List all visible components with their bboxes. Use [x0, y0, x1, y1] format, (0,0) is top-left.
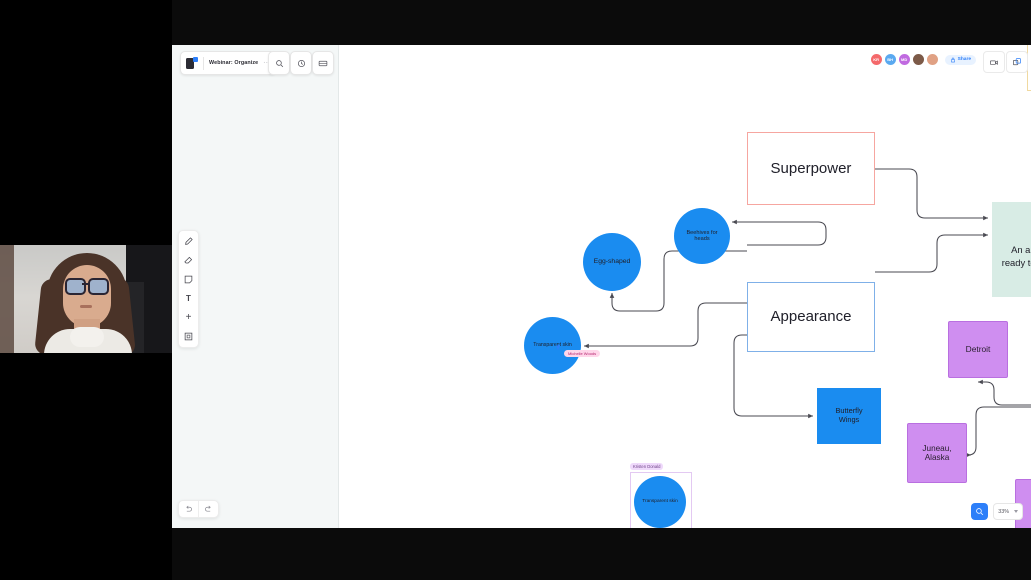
pen-icon[interactable]: [182, 235, 195, 248]
avatar[interactable]: MD: [897, 53, 911, 66]
plus-icon[interactable]: +: [182, 311, 195, 324]
undo-redo-group[interactable]: [178, 500, 219, 518]
zoom-level-value: 33%: [998, 508, 1009, 515]
sticky-note-icon[interactable]: [182, 273, 195, 286]
node-superpower-label: Superpower: [770, 159, 852, 177]
node-egg-shaped-label: Egg-shaped: [593, 258, 631, 266]
zoom-level-select[interactable]: 33%: [993, 503, 1023, 520]
divider: [203, 56, 204, 70]
webcam-collar: [70, 327, 104, 347]
node-appearance-label: Appearance: [770, 308, 852, 326]
avatar-initials: MD: [901, 57, 908, 62]
lock-icon: [950, 57, 955, 62]
undo-arrow-icon[interactable]: [179, 501, 198, 517]
avatar-initials: BH: [887, 57, 894, 62]
node-transparent-skin-2-label: Transparent skin: [642, 499, 678, 505]
avatar-initials: KR: [873, 57, 880, 62]
avatar[interactable]: KR: [869, 53, 883, 66]
webcam-mouth: [80, 305, 92, 308]
search-icon[interactable]: [268, 51, 290, 75]
webcam-glasses-left: [65, 278, 86, 295]
node-transparent-skin-1-label: Transparent skin: [533, 341, 572, 348]
history-clock-icon[interactable]: [290, 51, 312, 75]
whiteboard-canvas[interactable]: Traits Superpower Central Topic: An alie…: [172, 45, 1031, 528]
tool-rail[interactable]: T +: [178, 230, 199, 348]
redo-arrow-icon[interactable]: [198, 501, 218, 517]
whiteboard-app-window: Traits Superpower Central Topic: An alie…: [172, 0, 1031, 580]
miro-logo-icon: [185, 56, 198, 70]
selection-owner-label: Kristen Donald: [630, 463, 664, 470]
node-juneau-alaska[interactable]: Juneau, Alaska: [907, 423, 967, 483]
node-central-topic[interactable]: Central Topic: An alien finds their supe…: [992, 202, 1031, 297]
collaborator-presence[interactable]: KR BH MD Share: [866, 51, 979, 68]
node-appearance[interactable]: Appearance: [747, 282, 875, 352]
screen-recording: Traits Superpower Central Topic: An alie…: [0, 0, 1031, 580]
node-juneau-alaska-label: Juneau, Alaska: [922, 443, 952, 462]
present-screen-icon[interactable]: [983, 51, 1005, 73]
avatar[interactable]: [911, 53, 925, 66]
text-t-icon[interactable]: T: [182, 292, 195, 305]
node-beehives-for-heads-label: Beehives for heads: [686, 229, 718, 242]
node-detroit[interactable]: Detroit: [948, 321, 1008, 378]
chevron-down-icon: [1014, 510, 1018, 513]
node-butterfly-wings[interactable]: Butterfly Wings: [817, 388, 881, 444]
avatar[interactable]: BH: [883, 53, 897, 66]
node-transparent-skin-2[interactable]: Transparent skin: [634, 476, 686, 528]
eraser-icon[interactable]: [182, 254, 195, 267]
add-tool-glyph: +: [185, 312, 192, 323]
node-transparent-skin-1[interactable]: Transparent skin: [524, 317, 581, 374]
node-superpower[interactable]: Superpower: [747, 132, 875, 205]
node-beehives-for-heads[interactable]: Beehives for heads: [674, 208, 730, 264]
frames-panel-icon[interactable]: [312, 51, 334, 75]
frame-square-icon[interactable]: [182, 330, 195, 343]
node-egg-shaped[interactable]: Egg-shaped: [583, 233, 641, 291]
share-button-label: Share: [957, 57, 971, 62]
node-butterfly-wings-label: Butterfly Wings: [835, 406, 863, 424]
webcam-video-tile: [0, 245, 172, 360]
export-share-icon[interactable]: [1006, 51, 1028, 73]
document-title[interactable]: Webinar: Organize: [209, 60, 258, 66]
webcam-bottom-bar: [0, 353, 172, 360]
avatar[interactable]: [925, 53, 939, 66]
webcam-face: [63, 265, 111, 327]
remote-cursor-label: Michelle Woods: [564, 350, 601, 357]
node-central-topic-body: An alien finds their superpower, ready t…: [1001, 243, 1031, 269]
webcam-glasses-bridge: [82, 283, 88, 285]
zoom-control[interactable]: 33%: [971, 503, 1023, 520]
text-tool-glyph: T: [186, 294, 191, 303]
share-button[interactable]: Share: [944, 54, 976, 65]
zoom-fit-icon[interactable]: [971, 503, 989, 520]
webcam-left-wall: [0, 245, 14, 360]
webcam-glasses-right: [88, 278, 109, 295]
document-chip[interactable]: Webinar: Organize ···: [180, 51, 277, 75]
node-detroit-label: Detroit: [965, 343, 991, 354]
